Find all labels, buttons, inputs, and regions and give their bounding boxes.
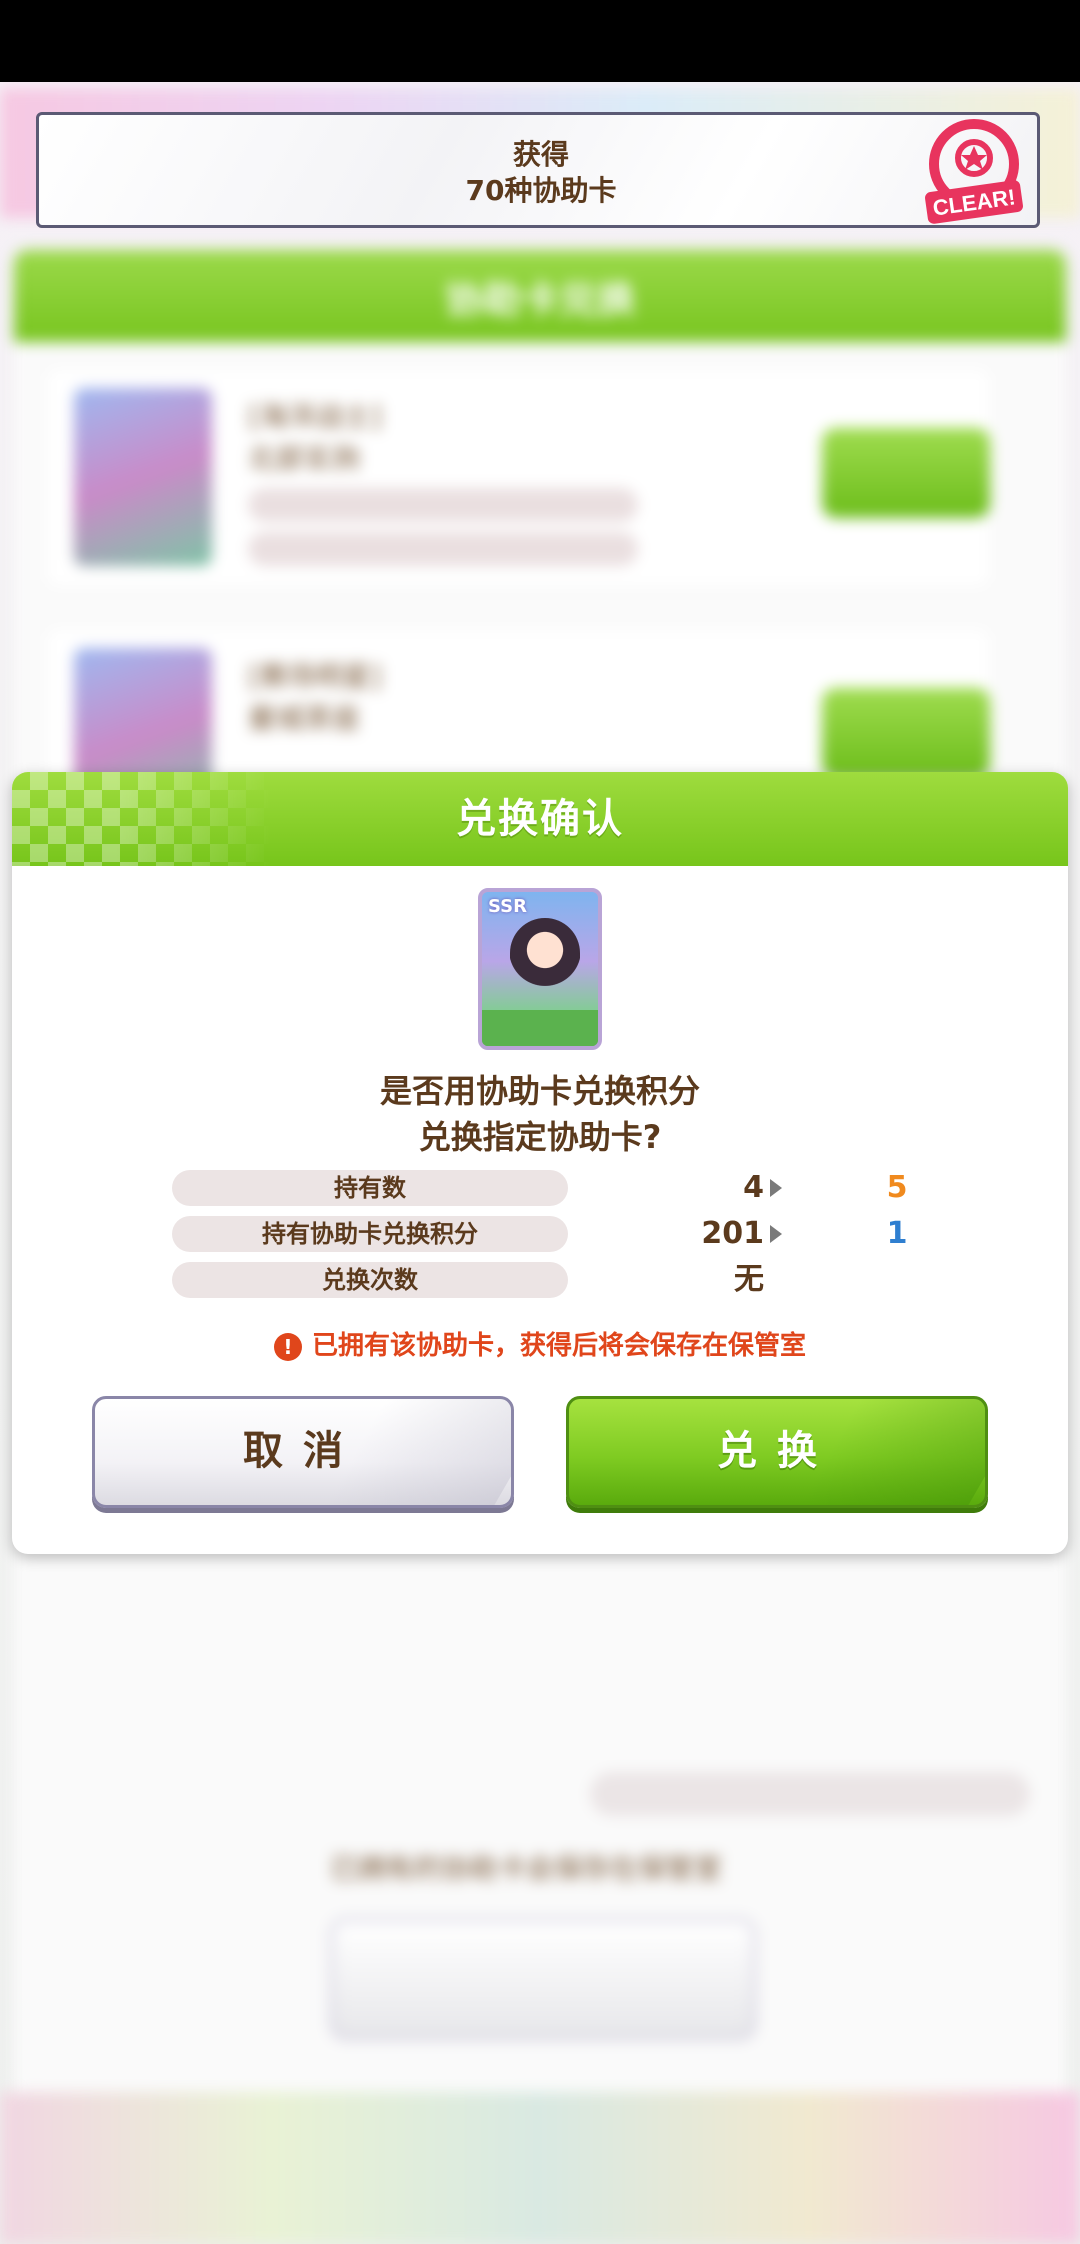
background-bottom-nav: [0, 2092, 1080, 2244]
clear-stamp-icon: CLEAR!: [925, 119, 1023, 224]
dialog-title: 兑换确认: [456, 796, 624, 842]
background-points-row: [590, 1772, 1030, 1816]
status-bar: [0, 0, 1080, 82]
background-close-button: [330, 1918, 756, 2040]
support-card-thumbnail: [74, 388, 212, 566]
item-pill: [248, 532, 638, 566]
points-current: 201: [701, 1216, 764, 1251]
item-name: 北部玄驹: [248, 442, 361, 475]
arrow-right-icon: [770, 1225, 782, 1243]
banner-line1: 获得: [512, 138, 569, 171]
question-line1: 是否用协助卡兑换积分: [379, 1072, 700, 1110]
list-item: [海洋战士] 北部玄驹: [48, 370, 990, 585]
owned-count-current: 4: [743, 1170, 764, 1205]
owned-count-label: 持有数: [172, 1170, 568, 1206]
support-card-image[interactable]: SSR: [478, 888, 602, 1050]
arrow-right-icon: [770, 1179, 782, 1197]
exchange-confirm-dialog: 兑换确认 SSR 是否用协助卡兑换积分 兑换指定协助卡? 持有数 4 5 持有协…: [12, 772, 1068, 1554]
owned-count-after: 5: [886, 1170, 908, 1205]
rarity-badge: SSR: [488, 896, 527, 917]
achievement-banner: 获得 70种协助卡: [36, 112, 1040, 228]
cancel-button[interactable]: 取消: [92, 1396, 514, 1508]
exchange-button: [822, 428, 990, 518]
owned-warning: ! 已拥有该协助卡，获得后将会保存在保管室: [12, 1328, 1068, 1364]
warning-icon: !: [273, 1332, 302, 1361]
dialog-header: 兑换确认: [12, 772, 1068, 866]
card-character: [510, 918, 580, 998]
confirm-exchange-button[interactable]: 兑换: [566, 1396, 988, 1508]
background-note: 已拥有的协助卡会保存在保管室: [330, 1852, 723, 1885]
background-panel-title: 协助卡兑换: [14, 250, 1066, 342]
exchange-button: [822, 688, 990, 778]
item-name: 曼城茶座: [248, 702, 361, 735]
points-label: 持有协助卡兑换积分: [172, 1216, 568, 1252]
question-line2: 兑换指定协助卡?: [418, 1118, 662, 1156]
exchange-count-label: 兑换次数: [172, 1262, 568, 1298]
banner-line2: 70种协助卡: [465, 174, 617, 207]
confirm-question: 是否用协助卡兑换积分 兑换指定协助卡?: [12, 1068, 1068, 1160]
item-pill: [248, 488, 638, 522]
warning-text: 已拥有该协助卡，获得后将会保存在保管室: [311, 1331, 806, 1361]
item-title: [海洋战士]: [248, 400, 382, 433]
points-after: 1: [886, 1216, 908, 1251]
exchange-count-value: 无: [734, 1262, 764, 1297]
item-title: [赛场明星]: [248, 660, 382, 693]
